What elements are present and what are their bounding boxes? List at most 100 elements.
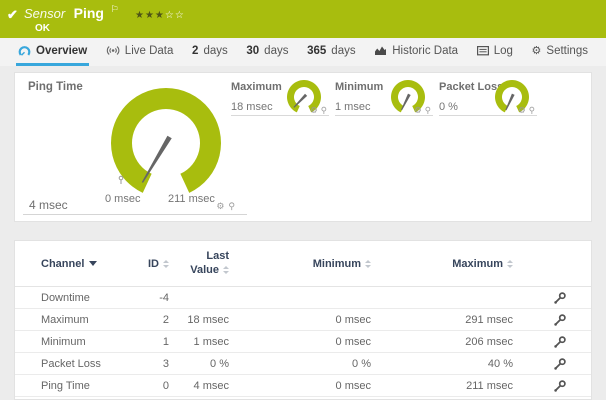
col-header-id[interactable]: ID [141,258,169,270]
cell-channel: Minimum [41,336,141,348]
status-badge: OK [35,23,50,34]
prtg-sensor-page: ✔ Sensor Ping ⚐ ★★★☆☆ OK Overview Live Da… [0,0,606,400]
cell-id: 3 [141,358,169,370]
cell-channel: Downtime [41,292,141,304]
sensor-title-line: Sensor Ping ⚐ ★★★☆☆ [24,5,185,23]
tab-bar: Overview Live Data 2 days 30 days 365days Histo… [0,38,606,66]
tab-365-days[interactable]: 365days [305,38,357,66]
tab-log[interactable]: Log [475,38,515,66]
table-header-row: Channel ID Last Value Minimum Maximum [15,241,591,287]
sorted-desc-icon [89,261,97,266]
mini-gauge-label: Minimum [335,81,383,93]
col-header-maximum[interactable]: Maximum [371,258,513,270]
sensor-title: Ping [74,5,104,21]
tab-label: Live Data [125,45,174,57]
cell-minimum: 0 msec [229,314,371,326]
tab-label: days [264,45,288,57]
channel-settings-icon[interactable] [553,313,567,327]
table-body: Downtime -4 Maximum 2 18 msec 0 msec 291… [15,287,591,397]
gauge-icon [18,45,31,57]
tab-number: 2 [192,45,198,57]
cell-last-value: 0 % [169,358,229,370]
sensor-category-label: Sensor [24,6,65,21]
sensor-header: ✔ Sensor Ping ⚐ ★★★☆☆ OK [0,0,606,38]
col-header-channel[interactable]: Channel [41,258,141,270]
table-row[interactable]: Minimum 1 1 msec 0 msec 206 msec [15,331,591,353]
tab-label: days [203,45,227,57]
priority-stars[interactable]: ★★★☆☆ [135,10,185,21]
tab-historic-data[interactable]: Historic Data [372,38,460,66]
gauge-needle [400,94,410,111]
tab-label: Log [494,45,513,57]
cell-minimum: 0 msec [229,380,371,392]
flag-icon[interactable]: ⚐ [110,5,118,15]
table-row[interactable]: Ping Time 0 4 msec 0 msec 211 msec [15,375,591,397]
tab-30-days[interactable]: 30 days [244,38,290,66]
tab-live-data[interactable]: Live Data [104,38,176,66]
tab-settings[interactable]: ⚙ Settings [530,38,590,66]
primary-gauge-value: 4 msec [29,198,68,212]
sort-arrows-icon [507,260,513,268]
mini-gauge-block: Maximum 18 msec ⚙ ⚲ [231,79,329,116]
channel-settings-icon[interactable] [553,335,567,349]
mini-gauge-value: 0 % [439,101,458,113]
pin-icon[interactable]: ⚲ [321,107,327,116]
cell-id: -4 [141,292,169,304]
col-label-minimum: Minimum [313,258,361,270]
col-label-channel: Channel [41,258,84,270]
pin-icon[interactable]: ⚲ [529,107,535,116]
cell-id: 2 [141,314,169,326]
stars-filled: ★★★ [135,10,165,21]
table-row[interactable]: Downtime -4 [15,287,591,309]
tab-overview[interactable]: Overview [16,38,89,66]
cell-maximum: 211 msec [371,380,513,392]
gear-icon[interactable]: ⚙ [216,203,224,212]
gear-icon[interactable]: ⚙ [310,107,318,116]
cell-maximum: 206 msec [371,336,513,348]
cell-id: 1 [141,336,169,348]
channel-settings-icon[interactable] [553,357,567,371]
tab-label: Settings [546,45,588,57]
cell-channel: Maximum [41,314,141,326]
col-label-maximum: Maximum [452,258,503,270]
col-header-minimum[interactable]: Minimum [229,258,371,270]
col-header-last-value[interactable]: Last Value [169,250,229,278]
chart-icon [374,45,387,56]
gear-icon: ⚙ [532,45,542,56]
log-icon [477,46,489,56]
col-label-id: ID [148,258,159,270]
cell-channel: Packet Loss [41,358,141,370]
gear-icon[interactable]: ⚙ [518,107,526,116]
table-row[interactable]: Packet Loss 3 0 % 0 % 40 % [15,353,591,375]
tab-label: Overview [36,45,87,57]
mini-gauge-value: 1 msec [335,101,370,113]
gauge-needle [140,136,171,184]
pin-icon[interactable]: ⚲ [425,107,431,116]
mini-gauge-block: Packet Loss 0 % ⚙ ⚲ [439,79,537,116]
broadcast-icon [106,45,120,56]
gauge-panel: Ping Time 0 msec 211 msec 4 msec ⚙ ⚲ Max… [14,72,592,222]
gauge-needle [293,94,307,109]
channel-settings-icon[interactable] [553,291,567,305]
stars-empty: ☆☆ [165,10,185,21]
cell-maximum: 40 % [371,358,513,370]
cell-minimum: 0 % [229,358,371,370]
channel-settings-icon[interactable] [553,379,567,393]
cell-id: 0 [141,380,169,392]
ping-time-gauge [104,85,228,201]
channel-table: Channel ID Last Value Minimum Maximum Do… [14,240,592,400]
primary-gauge-footer: 4 msec ⚙ ⚲ [23,191,247,215]
pin-icon[interactable]: ⚲ [228,203,235,212]
tab-number: 30 [246,45,259,57]
tab-label: Historic Data [392,45,458,57]
cell-minimum: 0 msec [229,336,371,348]
tab-2-days[interactable]: 2 days [190,38,230,66]
mini-gauge-label: Maximum [231,81,282,93]
cell-last-value: 1 msec [169,336,229,348]
table-row[interactable]: Maximum 2 18 msec 0 msec 291 msec [15,309,591,331]
gear-icon[interactable]: ⚙ [414,107,422,116]
mini-gauge-value: 18 msec [231,101,273,113]
cell-channel: Ping Time [41,380,141,392]
cell-last-value: 18 msec [169,314,229,326]
cell-last-value: 4 msec [169,380,229,392]
